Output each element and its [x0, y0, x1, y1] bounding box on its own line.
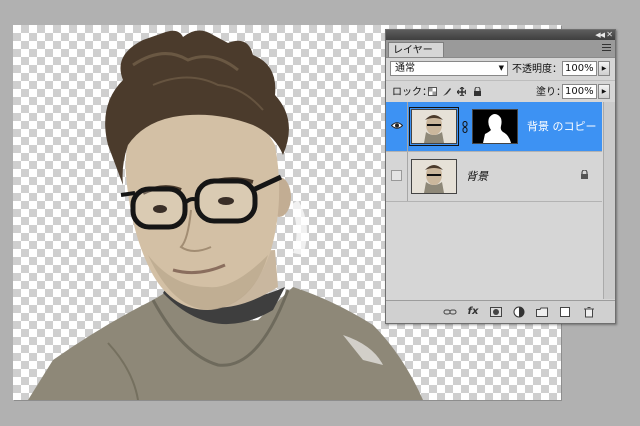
trash-icon[interactable]	[582, 305, 596, 319]
layer-mask-thumbnail[interactable]	[472, 109, 518, 144]
lock-icon	[581, 170, 588, 179]
layers-list: 背景 のコピー 背景	[386, 102, 615, 299]
panel-menu-icon[interactable]	[602, 44, 611, 52]
lock-row: ロック： 塗り： 100% ▶	[386, 81, 615, 104]
mask-link-icon[interactable]	[462, 121, 468, 133]
layer-name[interactable]: 背景 のコピー	[527, 119, 597, 135]
lock-image-pixels-icon[interactable]	[442, 87, 451, 96]
new-group-icon[interactable]	[535, 305, 549, 319]
panel-footer: fx	[386, 300, 615, 323]
opacity-label: 不透明度：	[512, 64, 562, 75]
adjustment-layer-icon[interactable]	[512, 305, 526, 319]
opacity-slider-button[interactable]: ▶	[598, 61, 610, 76]
portrait-thumbnail-icon	[412, 110, 456, 143]
eye-icon	[391, 122, 403, 129]
link-icon[interactable]	[443, 305, 457, 319]
blend-row: 通常 ▼ 不透明度： 100% ▶	[386, 58, 615, 81]
fill-input[interactable]: 100%	[562, 84, 597, 99]
layers-scrollbar[interactable]	[603, 102, 615, 299]
visibility-toggle[interactable]	[386, 102, 408, 151]
layer-thumbnail[interactable]	[411, 159, 457, 194]
fx-icon[interactable]: fx	[466, 305, 480, 319]
hidden-eye-box	[391, 170, 402, 181]
add-mask-icon[interactable]	[489, 305, 503, 319]
opacity-input[interactable]: 100%	[562, 61, 597, 76]
layer-thumbnail[interactable]	[409, 107, 459, 146]
fill-slider-button[interactable]: ▶	[598, 84, 610, 99]
panel-tab-bar: レイヤー	[386, 40, 615, 58]
blend-mode-value: 通常	[395, 63, 415, 74]
layers-panel: ◀◀ ✕ レイヤー 通常 ▼ 不透明度： 100% ▶ ロック： 塗り： 100…	[385, 29, 616, 324]
lock-transparent-pixels-icon[interactable]	[428, 87, 437, 96]
lock-position-icon[interactable]	[457, 87, 466, 96]
portrait-thumbnail-icon	[412, 160, 456, 193]
close-icon[interactable]: ✕	[606, 30, 613, 40]
layer-row-background-copy[interactable]: 背景 のコピー	[386, 102, 602, 152]
lock-label: ロック：	[392, 87, 432, 98]
mask-thumbnail-icon	[473, 110, 517, 143]
tab-layers[interactable]: レイヤー	[388, 42, 444, 57]
panel-title-bar[interactable]: ◀◀ ✕	[386, 30, 615, 40]
dropdown-arrow-icon: ▼	[498, 64, 504, 72]
lock-all-icon[interactable]	[473, 87, 482, 96]
blend-mode-select[interactable]: 通常 ▼	[390, 61, 508, 76]
visibility-toggle[interactable]	[386, 152, 408, 201]
layer-row-background[interactable]: 背景	[386, 152, 602, 202]
layer-name[interactable]: 背景	[466, 169, 488, 185]
double-chevron-icon[interactable]: ◀◀	[595, 30, 605, 40]
new-layer-icon[interactable]	[558, 305, 572, 319]
